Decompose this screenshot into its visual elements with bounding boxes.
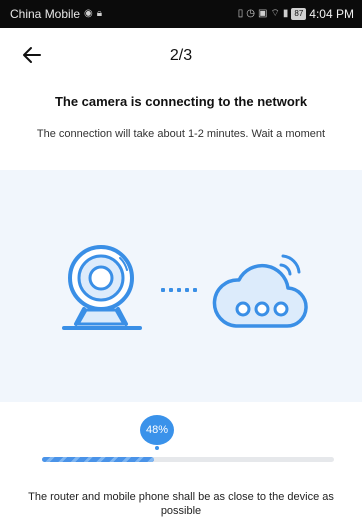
- vibrate-icon: ▯: [237, 8, 244, 19]
- status-bar: China Mobile ◉ 🔒︎ ▯ ◷ ▣ ⌔ ▮ 87 4:04 PM: [0, 0, 362, 28]
- page-title: The camera is connecting to the network: [54, 94, 308, 109]
- progress-badge-pointer: [155, 446, 159, 450]
- connection-illustration: [0, 170, 362, 402]
- clock: 4:04 PM: [309, 7, 354, 21]
- vpn-icon: ◉: [84, 8, 93, 19]
- page-subtitle: The connection will take about 1-2 minut…: [36, 128, 326, 140]
- hd-icon: ▣: [258, 8, 268, 19]
- cloud-wifi-icon: [212, 254, 308, 328]
- progress-badge: 48%: [140, 415, 174, 445]
- alarm-icon: ◷: [246, 8, 256, 19]
- progress-track: [42, 457, 334, 462]
- battery-icon: 87: [291, 8, 307, 20]
- camera-icon: [62, 245, 142, 330]
- wifi-icon: ⌔: [270, 8, 280, 19]
- step-indicator: 2/3: [169, 47, 193, 64]
- signal-icon: ▮: [282, 8, 289, 19]
- status-left: China Mobile ◉ 🔒︎: [10, 7, 102, 21]
- carrier-label: China Mobile: [10, 7, 81, 21]
- connecting-dots-icon: [161, 288, 197, 292]
- proximity-hint: The router and mobile phone shall be as …: [28, 491, 334, 517]
- status-right: ▯ ◷ ▣ ⌔ ▮ 87 4:04 PM: [238, 7, 354, 21]
- progress-fill: [42, 457, 155, 462]
- lock-icon: 🔒︎: [96, 8, 103, 19]
